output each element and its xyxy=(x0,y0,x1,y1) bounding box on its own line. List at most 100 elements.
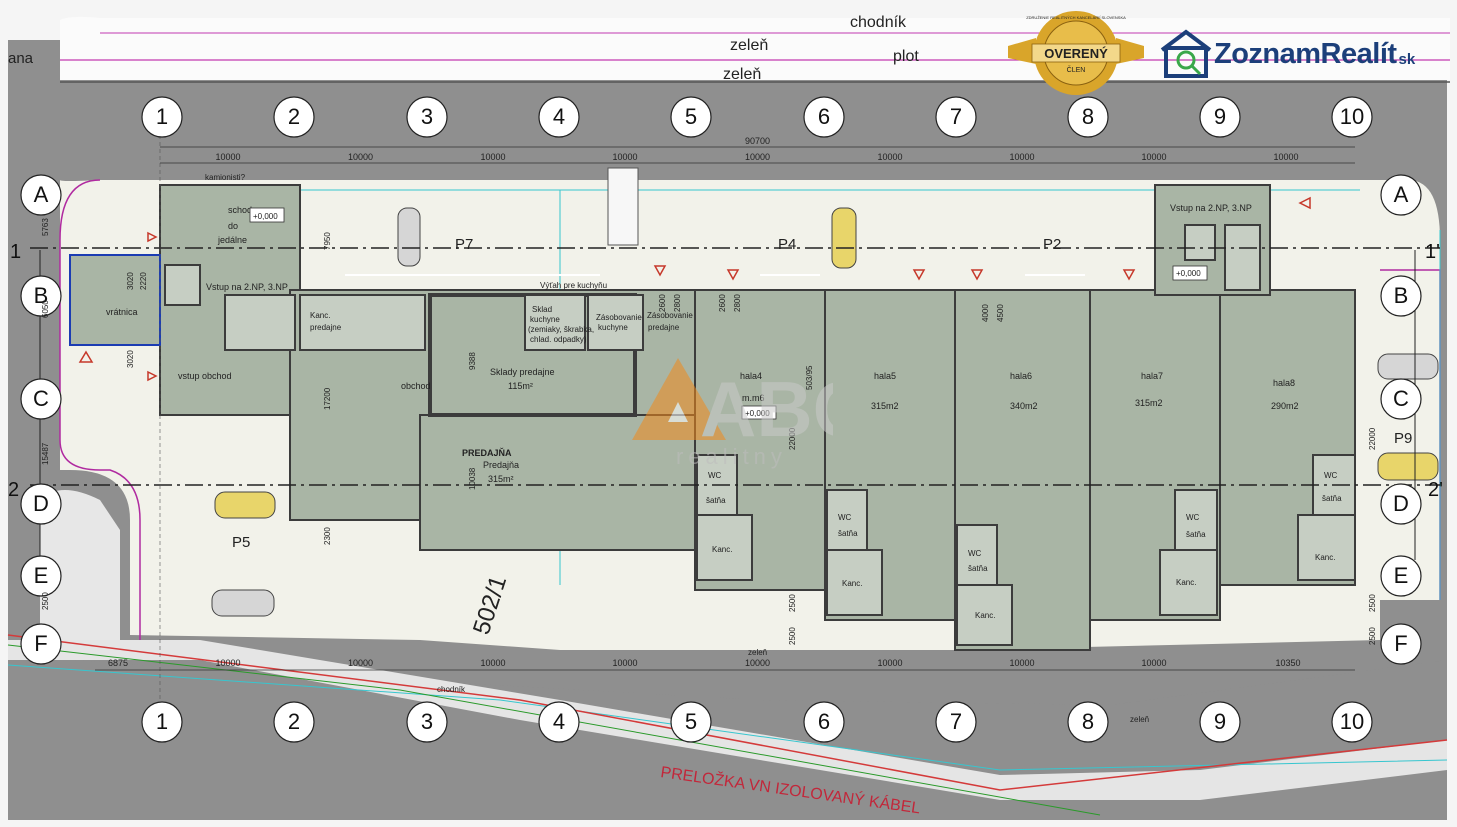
grid-col-bottom-10: 10 xyxy=(1340,709,1364,734)
badge-ring: ZDRUŽENIE REALITNÝCH KANCELÁRIÍ SLOVENSK… xyxy=(1026,15,1126,20)
parking-p9: P9 xyxy=(1394,430,1412,447)
label-vytah: Výťah pre kuchyňu xyxy=(540,281,607,290)
label-hala5-area: 315m2 xyxy=(871,401,899,411)
label-hala5: hala5 xyxy=(874,371,896,381)
grid-row-left-A: A xyxy=(34,182,49,207)
parking-p7: P7 xyxy=(455,236,473,253)
label-hala7: hala7 xyxy=(1141,371,1163,381)
dim-wc-1: 2220 xyxy=(139,272,148,290)
dim-v-left-3: 2500 xyxy=(41,592,50,610)
label-predajne-small: predajne xyxy=(310,323,342,332)
level-right: +0,000 xyxy=(1176,269,1201,278)
label-ana: ana xyxy=(8,50,34,67)
dim-h-4: 4000 xyxy=(981,304,990,322)
grid-col-bottom-2: 2 xyxy=(288,709,300,734)
dim-bottom-7: 10000 xyxy=(1009,658,1034,668)
badge-sub: ČLEN xyxy=(1067,65,1086,74)
parking-p4: P4 xyxy=(778,236,796,253)
dim-total: 90700 xyxy=(745,136,770,146)
label-zasob-kuchyne-2: kuchyne xyxy=(598,323,628,332)
parking-p5: P5 xyxy=(232,534,250,551)
label-zelen-2: zeleň xyxy=(723,66,761,83)
label-vstup-2np-right: Vstup na 2.NP, 3.NP xyxy=(1170,203,1252,213)
label-hala8-area: 290m2 xyxy=(1271,401,1299,411)
grid-col-top-1: 1 xyxy=(156,104,168,129)
dim-bottom-3: 10000 xyxy=(480,658,505,668)
dim-top-4: 10000 xyxy=(745,152,770,162)
grid-col-top-5: 5 xyxy=(685,104,697,129)
dim-h-8: 2500 xyxy=(788,594,797,612)
label-sklady-area: 115m² xyxy=(508,381,533,391)
label-wc-1: WC xyxy=(708,471,722,480)
dim-v-left-1: 6050 xyxy=(41,300,50,318)
grid-col-top-6: 6 xyxy=(818,104,830,129)
dim-h-0: 2600 xyxy=(658,294,667,312)
dim-top-2: 10000 xyxy=(480,152,505,162)
watermark-sub: realitny xyxy=(676,444,787,469)
label-satna-3: šatňa xyxy=(968,564,988,573)
watermark-letters: ABC xyxy=(700,365,833,453)
dim-bottom-2: 10000 xyxy=(348,658,373,668)
grid-col-bottom-9: 9 xyxy=(1214,709,1226,734)
grid-col-bottom-5: 5 xyxy=(685,709,697,734)
dim-bottom-9: 10350 xyxy=(1275,658,1300,668)
label-hala8: hala8 xyxy=(1273,378,1295,388)
label-predajna-caps: PREDAJŇA xyxy=(462,447,512,458)
grid-row-right-B: B xyxy=(1394,283,1409,308)
dim-wc-2: 3020 xyxy=(126,350,135,368)
dim-h-7: 22000 xyxy=(1368,427,1377,450)
label-wc-4: WC xyxy=(1186,513,1200,522)
dim-bottom-5: 10000 xyxy=(745,658,770,668)
label-satna-1: šatňa xyxy=(706,496,726,505)
dim-h-5: 4500 xyxy=(996,304,1005,322)
dim-h-11: 2500 xyxy=(1368,627,1377,645)
label-kanc-3: Kanc. xyxy=(975,611,995,620)
dim-v-mid-2: 2300 xyxy=(323,527,332,545)
dim-h-3: 2800 xyxy=(733,294,742,312)
label-zasob-kuchyne-1: Zásobovanie xyxy=(596,313,642,322)
label-sklad-kuchyne-4: chlad. odpadky) xyxy=(530,335,587,344)
dim-h-2: 2600 xyxy=(718,294,727,312)
label-plot: plot xyxy=(893,48,919,65)
dim-h-9: 2500 xyxy=(788,627,797,645)
dim-sklady: 9388 xyxy=(468,352,477,370)
grid-row-right-A: A xyxy=(1394,182,1409,207)
label-sklad-kuchyne-3: (zemiaky, škrabka, xyxy=(528,325,594,334)
label-satna-5: šatňa xyxy=(1322,494,1342,503)
label-zasob-predajne-2: predajne xyxy=(648,323,680,332)
parking-p2: P2 xyxy=(1043,236,1061,253)
grid-col-bottom-6: 6 xyxy=(818,709,830,734)
label-zelen-mid: zeleň xyxy=(748,648,767,657)
grid-col-bottom-8: 8 xyxy=(1082,709,1094,734)
label-zasob-predajne-1: Zásobovanie xyxy=(647,311,693,320)
label-hala6-area: 340m2 xyxy=(1010,401,1038,411)
label-wc-5: WC xyxy=(1324,471,1338,480)
dim-predajna: 10038 xyxy=(468,467,477,490)
axis-label-2: 2 xyxy=(8,479,19,501)
dim-h-1: 2800 xyxy=(673,294,682,312)
label-kamionisti: kamionisti? xyxy=(205,173,246,182)
grid-row-left-D: D xyxy=(33,491,49,516)
grid-col-bottom-3: 3 xyxy=(421,709,433,734)
grid-row-right-C: C xyxy=(1393,386,1409,411)
label-sklad-kuchyne-1: Sklad xyxy=(532,305,552,314)
badge-main: OVERENÝ xyxy=(1044,46,1108,61)
label-obchod: obchod xyxy=(401,381,431,391)
label-kanc-5: Kanc. xyxy=(1315,553,1335,562)
grid-col-top-8: 8 xyxy=(1082,104,1094,129)
grid-col-top-4: 4 xyxy=(553,104,565,129)
label-hala7-area: 315m2 xyxy=(1135,398,1163,408)
grid-row-left-F: F xyxy=(34,631,47,656)
label-sklad-kuchyne-2: kuchyne xyxy=(530,315,560,324)
label-do: do xyxy=(228,221,238,231)
grid-col-top-10: 10 xyxy=(1340,104,1364,129)
label-satna-4: šatňa xyxy=(1186,530,1206,539)
label-sklady-predajne: Sklady predajne xyxy=(490,367,555,377)
verified-member-badge: OVERENÝ ČLEN ZDRUŽENIE REALITNÝCH KANCEL… xyxy=(1008,11,1144,95)
dim-bottom-6: 10000 xyxy=(877,658,902,668)
label-jedalne: jedálne xyxy=(217,235,247,245)
label-predajna-area: 315m² xyxy=(488,474,514,484)
label-hala6: hala6 xyxy=(1010,371,1032,381)
logo-text: ZoznamRealít xyxy=(1214,37,1397,70)
logo-suffix: sk xyxy=(1398,50,1416,68)
